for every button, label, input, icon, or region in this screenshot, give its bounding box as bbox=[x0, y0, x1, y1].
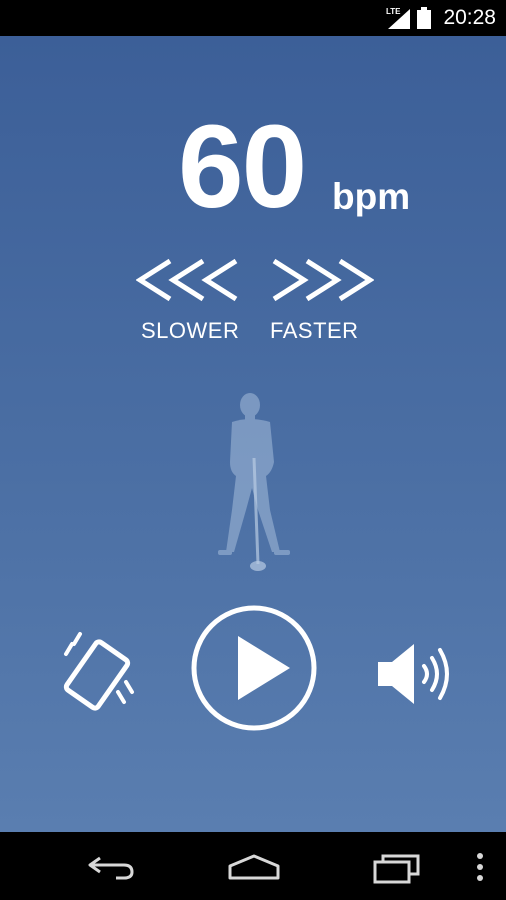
play-button[interactable] bbox=[190, 604, 318, 732]
faster-button[interactable] bbox=[270, 258, 374, 302]
vibrate-button[interactable] bbox=[58, 626, 142, 712]
home-icon[interactable] bbox=[226, 854, 282, 880]
play-icon bbox=[238, 636, 290, 700]
faster-label: FASTER bbox=[270, 318, 359, 343]
tempo-unit: bpm bbox=[332, 176, 411, 217]
sound-button[interactable] bbox=[374, 638, 458, 710]
recent-apps-icon[interactable] bbox=[372, 852, 422, 884]
vibrate-icon bbox=[63, 632, 134, 711]
clock: 20:28 bbox=[443, 6, 496, 29]
golfer-icon bbox=[218, 393, 290, 571]
battery-icon bbox=[417, 7, 431, 29]
status-bar: LTE 20:28 bbox=[0, 0, 506, 36]
navigation-bar bbox=[0, 832, 506, 900]
back-icon[interactable] bbox=[86, 854, 136, 880]
slower-label: SLOWER bbox=[141, 318, 240, 343]
overflow-menu-icon[interactable] bbox=[475, 852, 485, 882]
tempo-value: 60 bbox=[178, 101, 307, 233]
metronome-screen: 60 bpm SLOWER FASTER bbox=[0, 36, 506, 832]
slower-button[interactable] bbox=[136, 258, 240, 302]
sound-icon bbox=[378, 644, 449, 704]
signal-icon bbox=[388, 9, 410, 29]
